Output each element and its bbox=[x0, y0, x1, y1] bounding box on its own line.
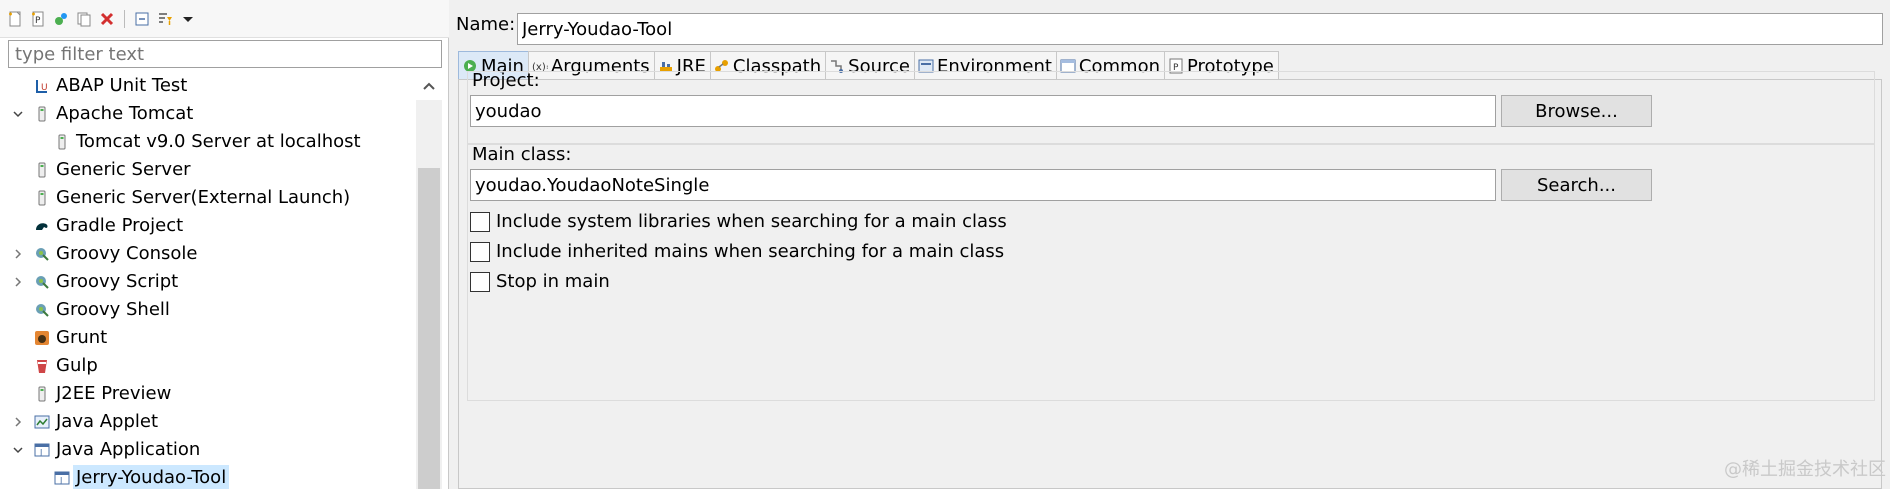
chevron-down-icon[interactable] bbox=[10, 442, 26, 458]
server-icon bbox=[34, 386, 50, 402]
include-inherited-mains-checkbox[interactable] bbox=[470, 241, 490, 262]
svg-text:J: J bbox=[39, 448, 42, 457]
server-icon bbox=[34, 190, 50, 206]
delete-icon[interactable] bbox=[98, 10, 116, 28]
tree-item-label: Groovy Shell bbox=[56, 299, 170, 320]
tree-item-label: Tomcat v9.0 Server at localhost bbox=[76, 131, 361, 152]
tree-item[interactable]: Grunt bbox=[0, 324, 416, 352]
project-label: Project: bbox=[472, 70, 540, 91]
tree-item-label: ABAP Unit Test bbox=[56, 75, 188, 96]
tree-item[interactable]: U ABAP Unit Test bbox=[0, 72, 416, 100]
tree-item-label: Generic Server(External Launch) bbox=[56, 187, 351, 208]
include-system-libraries-label: Include system libraries when searching … bbox=[496, 211, 1007, 232]
tree-item[interactable]: J2EE Preview bbox=[0, 380, 416, 408]
tree-scrollbar[interactable] bbox=[416, 72, 442, 489]
project-field[interactable] bbox=[470, 95, 1496, 127]
grunt-icon bbox=[34, 330, 50, 346]
main-class-group: Main class: Search... Include system lib… bbox=[467, 144, 1875, 401]
export-icon[interactable] bbox=[52, 10, 70, 28]
name-row: Name: bbox=[456, 13, 1883, 45]
groovy-icon bbox=[34, 274, 50, 290]
include-system-libraries-option[interactable]: Include system libraries when searching … bbox=[470, 211, 1007, 232]
name-field[interactable] bbox=[517, 13, 1883, 45]
chevron-down-icon[interactable] bbox=[10, 106, 26, 122]
tree-item[interactable]: Groovy Console bbox=[0, 240, 416, 268]
tree-item[interactable]: J Jerry-Youdao-Tool bbox=[0, 464, 416, 489]
scroll-up-icon[interactable] bbox=[416, 72, 442, 100]
config-editor-panel: Name: Main(x)=ArgumentsJREClasspathSourc… bbox=[452, 0, 1890, 489]
abap-unit-icon: U bbox=[34, 78, 50, 94]
search-button[interactable]: Search... bbox=[1501, 169, 1652, 201]
server-icon bbox=[54, 134, 70, 150]
new-config-icon[interactable] bbox=[6, 10, 24, 28]
tree-item-label: Java Applet bbox=[56, 411, 159, 432]
tree-item-label: Groovy Console bbox=[56, 243, 198, 264]
toolbar-separator bbox=[124, 9, 125, 28]
view-menu-icon[interactable] bbox=[179, 10, 197, 28]
include-system-libraries-checkbox[interactable] bbox=[470, 211, 490, 232]
tree-item-label: Jerry-Youdao-Tool bbox=[73, 465, 230, 489]
server-icon bbox=[34, 162, 50, 178]
include-inherited-mains-option[interactable]: Include inherited mains when searching f… bbox=[470, 241, 1004, 262]
tree-item-label: Gradle Project bbox=[56, 215, 184, 236]
include-inherited-mains-label: Include inherited mains when searching f… bbox=[496, 241, 1005, 262]
tree-item-label: Grunt bbox=[56, 327, 108, 348]
svg-text:P: P bbox=[35, 16, 41, 26]
tree-item[interactable]: Generic Server bbox=[0, 156, 416, 184]
tree-item-label: Groovy Script bbox=[56, 271, 179, 292]
tree-item-label: Gulp bbox=[56, 355, 98, 376]
new-prototype-icon[interactable]: P bbox=[29, 10, 47, 28]
tree-item[interactable]: J Java Application bbox=[0, 436, 416, 464]
filter-input[interactable] bbox=[8, 40, 442, 68]
name-label: Name: bbox=[456, 14, 516, 35]
launch-config-tree-panel: P U ABAP Unit Test Apache Tomcat Tomcat v9.… bbox=[0, 0, 449, 489]
gulp-icon bbox=[34, 358, 50, 374]
gradle-icon bbox=[34, 218, 50, 234]
scroll-thumb[interactable] bbox=[418, 168, 440, 489]
groovy-icon bbox=[34, 246, 50, 262]
tree-item[interactable]: Tomcat v9.0 Server at localhost bbox=[0, 128, 416, 156]
stop-in-main-label: Stop in main bbox=[496, 271, 610, 292]
duplicate-icon[interactable] bbox=[75, 10, 93, 28]
java-app-icon: J bbox=[34, 442, 50, 458]
collapse-all-icon[interactable] bbox=[133, 10, 151, 28]
applet-icon bbox=[34, 414, 50, 430]
tomcat-icon bbox=[34, 106, 50, 122]
main-class-field[interactable] bbox=[470, 169, 1496, 201]
filter-configs-icon[interactable] bbox=[156, 10, 174, 28]
project-group: Project: Browse... bbox=[467, 70, 1875, 144]
browse-button[interactable]: Browse... bbox=[1501, 95, 1652, 127]
stop-in-main-option[interactable]: Stop in main bbox=[470, 271, 610, 292]
chevron-right-icon[interactable] bbox=[10, 246, 26, 262]
watermark: @稀土掘金技术社区 bbox=[1724, 459, 1886, 480]
tree-item[interactable]: Groovy Shell bbox=[0, 296, 416, 324]
tree-item-label: Generic Server bbox=[56, 159, 191, 180]
chevron-right-icon[interactable] bbox=[10, 274, 26, 290]
tree-item[interactable]: Generic Server(External Launch) bbox=[0, 184, 416, 212]
stop-in-main-checkbox[interactable] bbox=[470, 271, 490, 292]
tree-item[interactable]: Java Applet bbox=[0, 408, 416, 436]
tree-item[interactable]: Gradle Project bbox=[0, 212, 416, 240]
svg-text:J: J bbox=[59, 476, 62, 485]
tree-item[interactable]: Apache Tomcat bbox=[0, 100, 416, 128]
tree-item[interactable]: Groovy Script bbox=[0, 268, 416, 296]
main-tab-panel: Project: Browse... Main class: Search...… bbox=[458, 70, 1882, 489]
launch-config-tree: U ABAP Unit Test Apache Tomcat Tomcat v9.0 … bbox=[0, 72, 416, 489]
tree-item-label: Apache Tomcat bbox=[56, 103, 194, 124]
java-app-icon: J bbox=[54, 470, 70, 486]
tree-toolbar: P bbox=[0, 0, 449, 38]
chevron-right-icon[interactable] bbox=[10, 414, 26, 430]
tree-item-label: J2EE Preview bbox=[56, 383, 172, 404]
groovy-icon bbox=[34, 302, 50, 318]
svg-text:U: U bbox=[41, 83, 48, 93]
main-class-label: Main class: bbox=[472, 144, 572, 165]
tree-item[interactable]: Gulp bbox=[0, 352, 416, 380]
tree-item-label: Java Application bbox=[56, 439, 201, 460]
